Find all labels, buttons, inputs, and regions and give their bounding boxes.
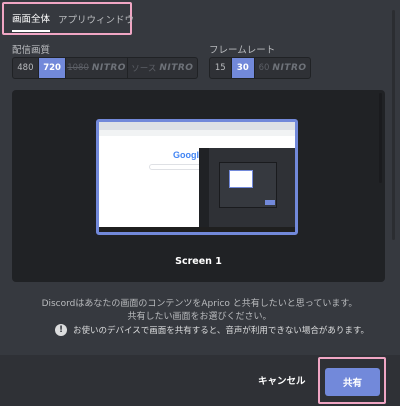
- google-search-box: [149, 164, 205, 170]
- dialog-scrollbar[interactable]: [392, 10, 395, 240]
- quality-option-1080[interactable]: 1080 NITRO: [66, 58, 128, 78]
- tab-entire-screen[interactable]: 画面全体: [12, 5, 51, 32]
- nitro-badge: NITRO: [272, 63, 307, 73]
- warning-text: お使いのデバイスで画面を共有すると、音声が利用できない場合があります。: [73, 326, 370, 336]
- share-description-line2: 共有したい画面をお選びください。: [127, 312, 272, 322]
- quality-option-source[interactable]: ソース NITRO: [128, 58, 197, 78]
- framerate-30-label: 30: [236, 63, 249, 73]
- audio-warning: ! お使いのデバイスで画面を共有すると、音声が利用できない場合があります。: [55, 324, 369, 336]
- browser-address-bar: [99, 130, 295, 136]
- quality-option-480[interactable]: 480: [13, 58, 39, 78]
- nitro-badge: NITRO: [159, 63, 194, 73]
- framerate-selector: 15 30 60 NITRO: [209, 57, 311, 79]
- quality-option-720[interactable]: 720: [38, 58, 67, 78]
- tab-app-window[interactable]: アプリウィンドウ: [58, 6, 134, 31]
- screen-name: Screen 1: [175, 256, 222, 267]
- quality-label: 配信画質: [12, 45, 51, 56]
- nested-discord-sidebar: [199, 148, 209, 232]
- cancel-button[interactable]: キャンセル: [258, 373, 306, 387]
- share-button[interactable]: 共有: [325, 368, 380, 396]
- screen-1-thumbnail[interactable]: Google: [96, 119, 298, 235]
- quality-480-label: 480: [17, 63, 34, 73]
- warning-icon: !: [55, 324, 67, 336]
- framerate-60-label: 60: [258, 63, 270, 73]
- browser-tab-bar: [99, 122, 295, 130]
- quality-1080-label: 1080: [67, 63, 89, 73]
- framerate-15-label: 15: [214, 63, 226, 73]
- framerate-option-30[interactable]: 30: [231, 58, 256, 78]
- share-button-label: 共有: [342, 378, 362, 389]
- framerate-option-15[interactable]: 15: [210, 58, 232, 78]
- framerate-label: フレームレート: [209, 45, 276, 56]
- quality-720-label: 720: [43, 63, 61, 73]
- windows-taskbar: [99, 227, 295, 232]
- source-tabs: 画面全体 アプリウィンドウ: [2, 2, 134, 35]
- nested-screen-preview: [229, 170, 253, 188]
- framerate-option-60[interactable]: 60 NITRO: [255, 58, 310, 78]
- nitro-badge: NITRO: [91, 63, 126, 73]
- quality-selector: 480 720 1080 NITRO ソース NITRO: [12, 57, 198, 79]
- nested-share-button: [265, 200, 275, 205]
- share-description-line1: Discordはあなたの画面のコンテンツをAprico と共有したいと思っていま…: [41, 299, 358, 309]
- preview-scrollbar[interactable]: [379, 93, 382, 183]
- quality-source-label: ソース: [131, 64, 157, 74]
